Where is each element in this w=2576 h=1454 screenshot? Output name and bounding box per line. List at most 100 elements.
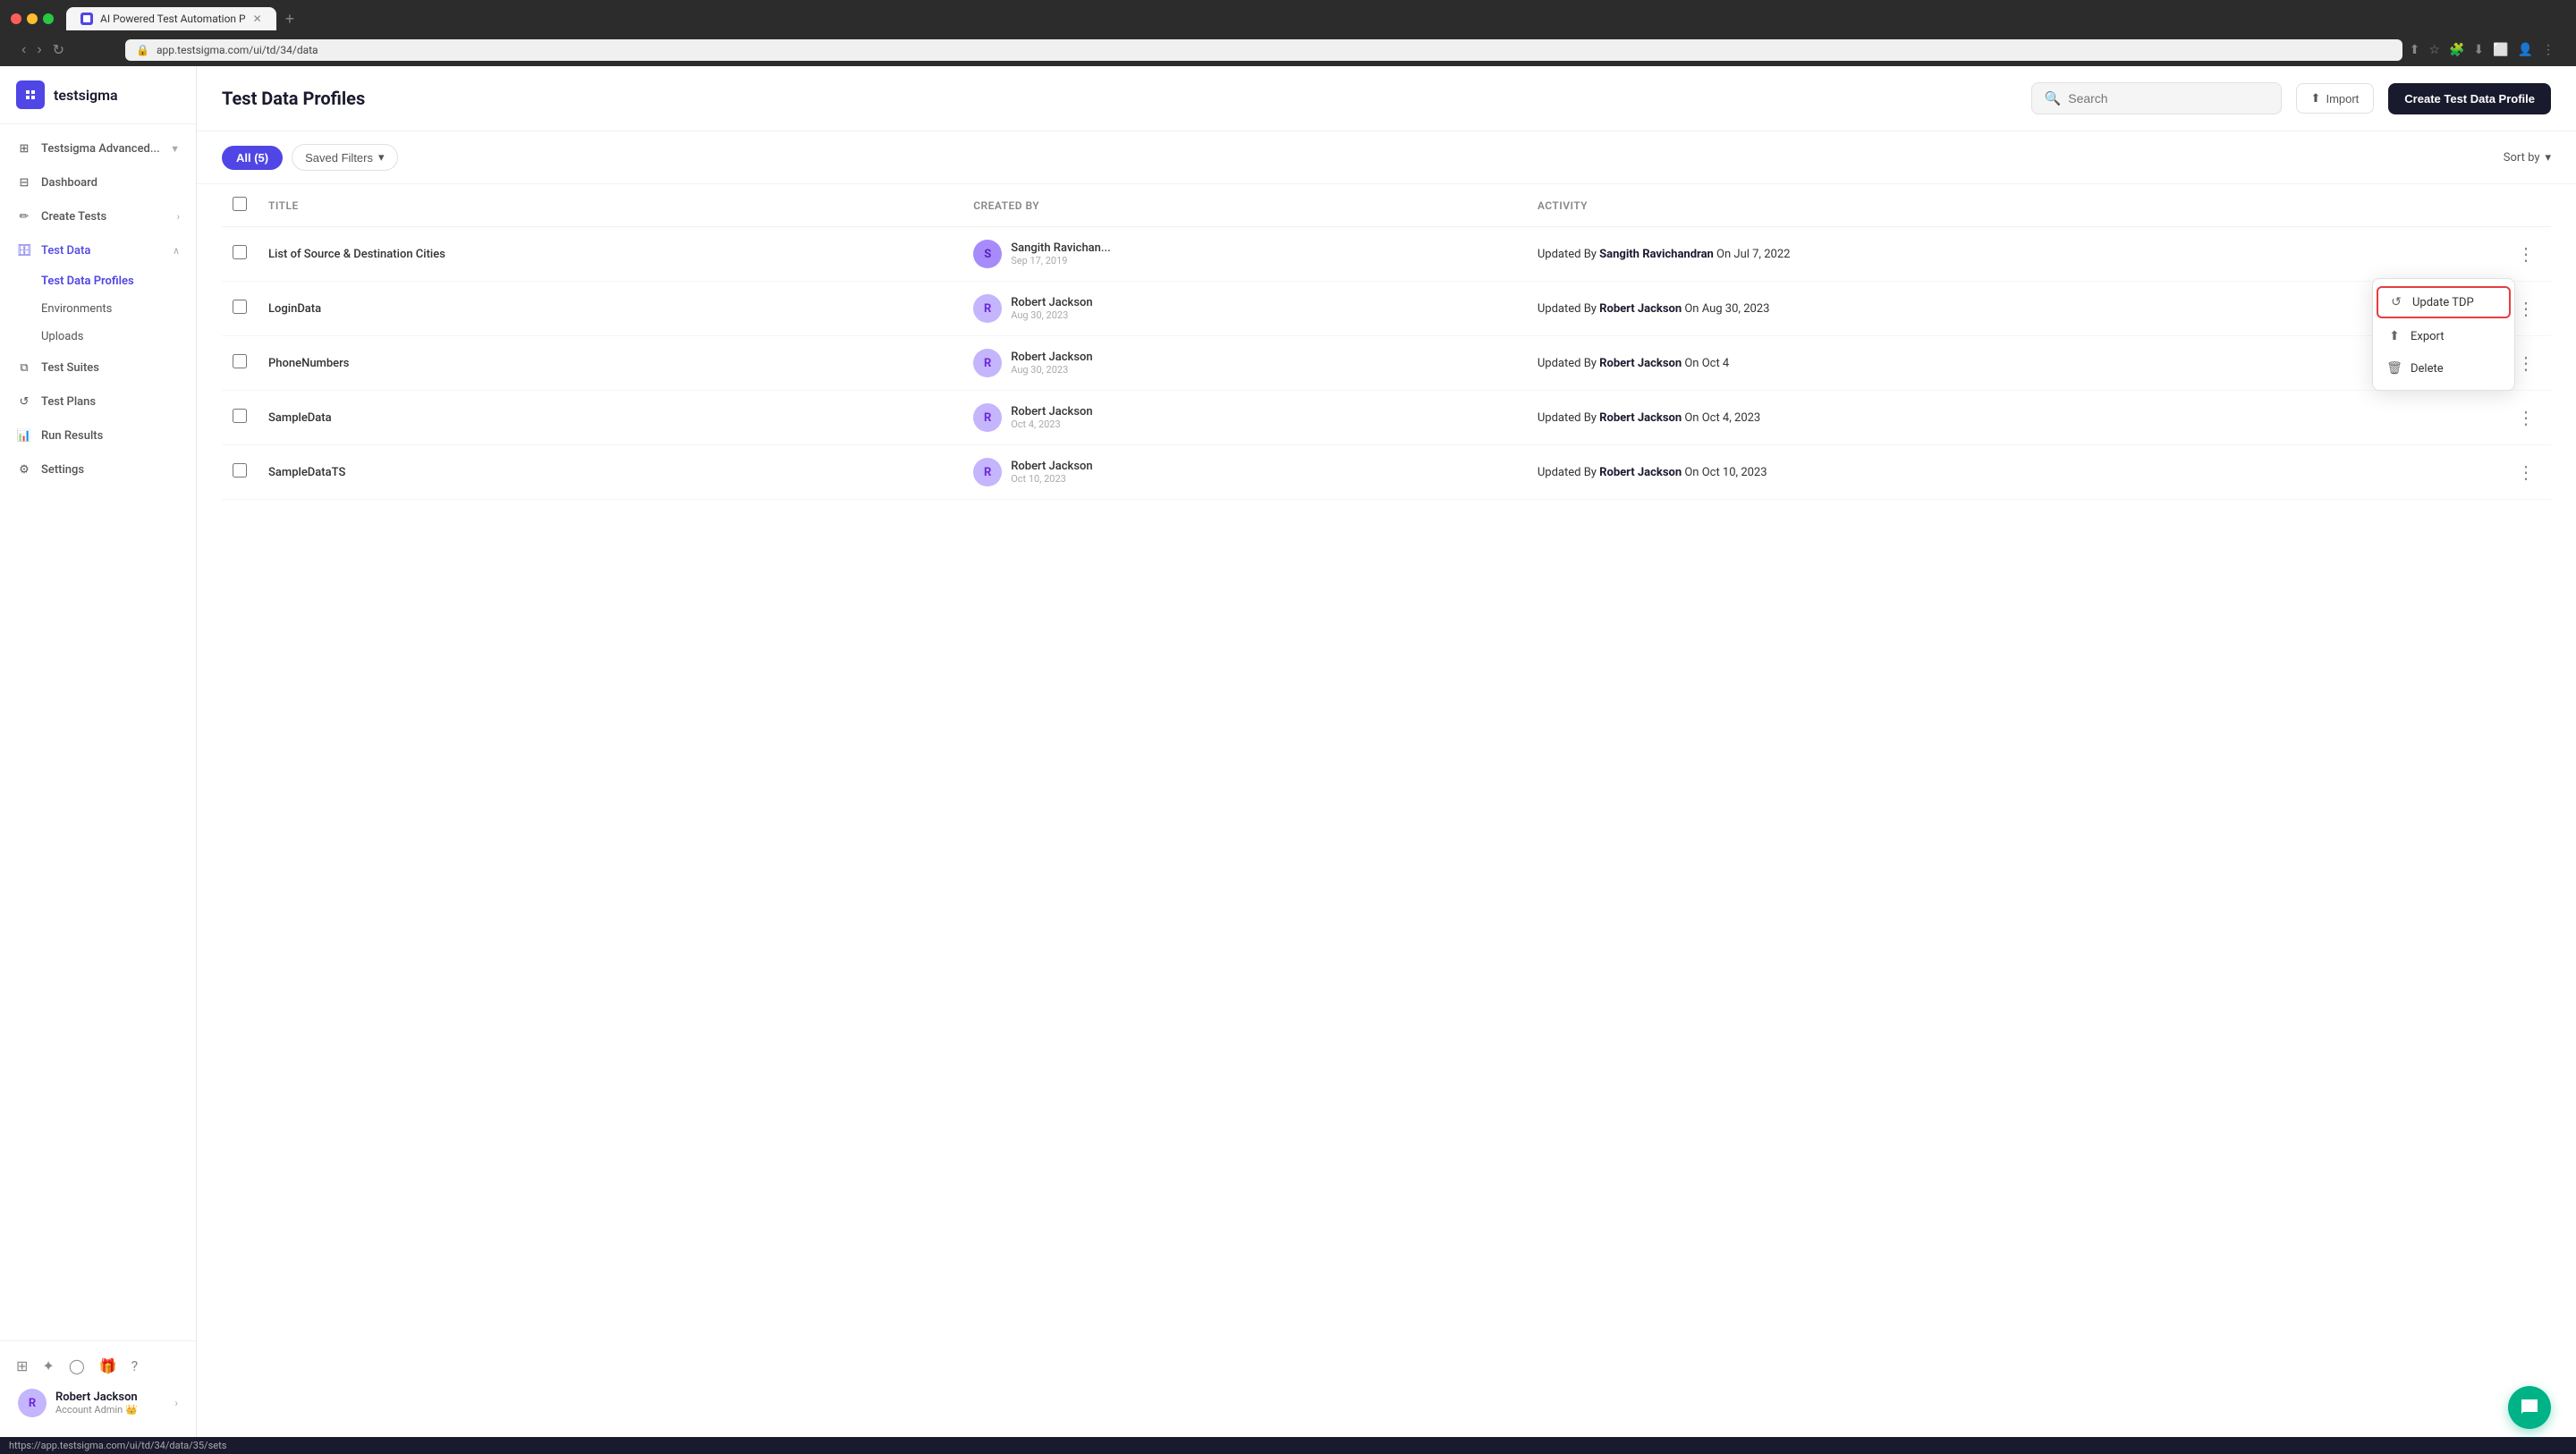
extensions-icon[interactable]: 🧩 <box>2449 43 2464 57</box>
address-bar[interactable]: 🔒 app.testsigma.com/ui/td/34/data <box>125 39 2402 61</box>
share-icon[interactable]: ⬆ <box>2410 43 2420 57</box>
sort-by[interactable]: Sort by ▾ <box>2504 151 2551 165</box>
select-all-checkbox[interactable] <box>233 197 247 211</box>
activity-cell: Updated By Robert Jackson On Oct 4, 2023 <box>1527 391 2501 445</box>
data-table: Title Created by Activity List of Source… <box>222 184 2551 500</box>
sidebar-label-settings: Settings <box>41 463 84 477</box>
logo-text: testsigma <box>54 87 118 104</box>
dashboard-icon: ⊟ <box>16 174 32 190</box>
lock-icon: 🔒 <box>136 44 149 56</box>
avatar: R <box>973 458 1002 486</box>
reload-button[interactable]: ↻ <box>53 41 64 59</box>
pen-icon: ✏ <box>16 208 32 224</box>
forward-button[interactable]: › <box>37 42 41 58</box>
context-menu-item-export[interactable]: ⬆ Export <box>2373 320 2514 352</box>
sidebar-item-dashboard[interactable]: ⊟ Dashboard <box>0 165 196 199</box>
creator-info: Robert Jackson Oct 4, 2023 <box>1011 405 1092 430</box>
grid-icon: ⊞ <box>16 140 32 156</box>
creator-cell: R Robert Jackson Oct 4, 2023 <box>973 403 1516 432</box>
import-label: Import <box>2326 92 2359 106</box>
circle-icon[interactable]: ◯ <box>69 1357 85 1374</box>
export-icon: ⬆ <box>2387 329 2402 343</box>
table-row: LoginData R Robert Jackson Aug 30, 2023 <box>222 282 2551 336</box>
menu-icon[interactable]: ⋮ <box>2542 43 2555 57</box>
star-icon[interactable]: ✦ <box>42 1357 54 1374</box>
traffic-light-green[interactable] <box>43 13 54 24</box>
tab-close-icon[interactable]: ✕ <box>253 13 262 25</box>
update-icon: ↺ <box>2389 295 2403 309</box>
url-text: app.testsigma.com/ui/td/34/data <box>157 44 2392 56</box>
all-filter-button[interactable]: All (5) <box>222 146 283 170</box>
context-menu-item-delete[interactable]: 🗑 Delete <box>2373 352 2514 385</box>
import-button[interactable]: ⬆ Import <box>2296 83 2375 114</box>
table-row: SampleData R Robert Jackson Oct 4, 2023 <box>222 391 2551 445</box>
creator-cell: S Sangith Ravichan... Sep 17, 2019 <box>973 240 1516 268</box>
row-more-button[interactable]: ⋮ <box>2512 351 2540 376</box>
page-title: Test Data Profiles <box>222 88 2017 109</box>
sidebar-item-test-suites[interactable]: ⧉ Test Suites <box>0 351 196 385</box>
download-icon[interactable]: ⬇ <box>2473 43 2484 57</box>
row-title: LoginData <box>258 282 962 336</box>
table-row: List of Source & Destination Cities S Sa… <box>222 227 2551 282</box>
row-checkbox[interactable] <box>233 463 247 478</box>
row-more-button[interactable]: ⋮ <box>2512 460 2540 486</box>
sub-item-label-environments: Environments <box>41 302 112 316</box>
export-label: Export <box>2411 330 2445 343</box>
avatar: R <box>973 349 1002 377</box>
update-tdp-label: Update TDP <box>2412 296 2474 309</box>
row-more-button[interactable]: ⋮ <box>2512 296 2540 322</box>
row-more-button[interactable]: ⋮ <box>2512 405 2540 431</box>
status-bar: https://app.testsigma.com/ui/td/34/data/… <box>0 1437 2576 1454</box>
row-title: SampleDataTS <box>258 445 962 500</box>
sidebar-sub-item-uploads[interactable]: Uploads <box>41 323 196 351</box>
search-input[interactable] <box>2068 91 2267 106</box>
chevron-icon: ▼ <box>170 143 180 155</box>
table-row: PhoneNumbers R Robert Jackson Aug 30, 20… <box>222 336 2551 391</box>
grid2-icon[interactable]: ⊞ <box>16 1357 28 1374</box>
layout-icon[interactable]: ⬜ <box>2493 43 2508 57</box>
chat-button[interactable] <box>2508 1386 2551 1429</box>
sidebar-sub-item-environments[interactable]: Environments <box>41 295 196 323</box>
gear-icon: ⚙ <box>16 461 32 478</box>
sub-item-label-profiles: Test Data Profiles <box>41 275 134 288</box>
question-icon[interactable]: ? <box>131 1357 139 1374</box>
sidebar-sub-item-test-data-profiles[interactable]: Test Data Profiles <box>41 267 196 295</box>
create-test-data-profile-button[interactable]: Create Test Data Profile <box>2388 83 2551 114</box>
sidebar-label-test-suites: Test Suites <box>41 361 99 375</box>
delete-label: Delete <box>2411 362 2444 376</box>
sidebar-logo[interactable]: testsigma <box>0 66 196 124</box>
main-header: Test Data Profiles 🔍 ⬆ Import Create Tes… <box>197 66 2576 131</box>
creator-cell: R Robert Jackson Aug 30, 2023 <box>973 294 1516 323</box>
new-tab-button[interactable]: + <box>285 10 295 29</box>
sidebar-item-test-plans[interactable]: ↺ Test Plans <box>0 385 196 418</box>
search-icon: 🔍 <box>2045 90 2062 106</box>
browser-tab-active[interactable]: AI Powered Test Automation P ✕ <box>66 7 276 30</box>
saved-filters-button[interactable]: Saved Filters ▾ <box>292 144 397 171</box>
user-name: Robert Jackson <box>55 1391 165 1404</box>
bookmark-icon[interactable]: ☆ <box>2428 43 2440 57</box>
row-checkbox[interactable] <box>233 300 247 314</box>
context-menu: ↺ Update TDP ⬆ Export 🗑 <box>2372 278 2515 391</box>
sidebar-item-run-results[interactable]: 📊 Run Results <box>0 418 196 452</box>
sidebar-item-create-tests[interactable]: ✏ Create Tests › <box>0 199 196 233</box>
traffic-light-yellow[interactable] <box>27 13 38 24</box>
sidebar-item-settings[interactable]: ⚙ Settings <box>0 452 196 486</box>
context-menu-item-update-tdp[interactable]: ↺ Update TDP <box>2377 286 2511 318</box>
back-button[interactable]: ‹ <box>21 42 26 58</box>
profile-icon[interactable]: 👤 <box>2518 43 2533 57</box>
search-bar[interactable]: 🔍 <box>2031 82 2282 114</box>
sort-chevron-icon: ▾ <box>2545 151 2551 165</box>
main-content: Test Data Profiles 🔍 ⬆ Import Create Tes… <box>197 66 2576 1437</box>
sidebar-item-test-data[interactable]: 🗄 Test Data ∧ <box>0 233 196 267</box>
user-profile[interactable]: R Robert Jackson Account Admin 👑 › <box>11 1380 185 1426</box>
row-checkbox[interactable] <box>233 409 247 423</box>
row-checkbox[interactable] <box>233 245 247 259</box>
refresh-icon: ↺ <box>16 393 32 410</box>
sidebar-label-create-tests: Create Tests <box>41 210 106 224</box>
traffic-light-red[interactable] <box>11 13 21 24</box>
row-more-button[interactable]: ⋮ <box>2512 241 2540 267</box>
sidebar-item-testsigma-advanced[interactable]: ⊞ Testsigma Advanced... ▼ <box>0 131 196 165</box>
row-checkbox[interactable] <box>233 354 247 368</box>
sort-by-label: Sort by <box>2504 151 2540 165</box>
gift-icon[interactable]: 🎁 <box>99 1357 117 1374</box>
